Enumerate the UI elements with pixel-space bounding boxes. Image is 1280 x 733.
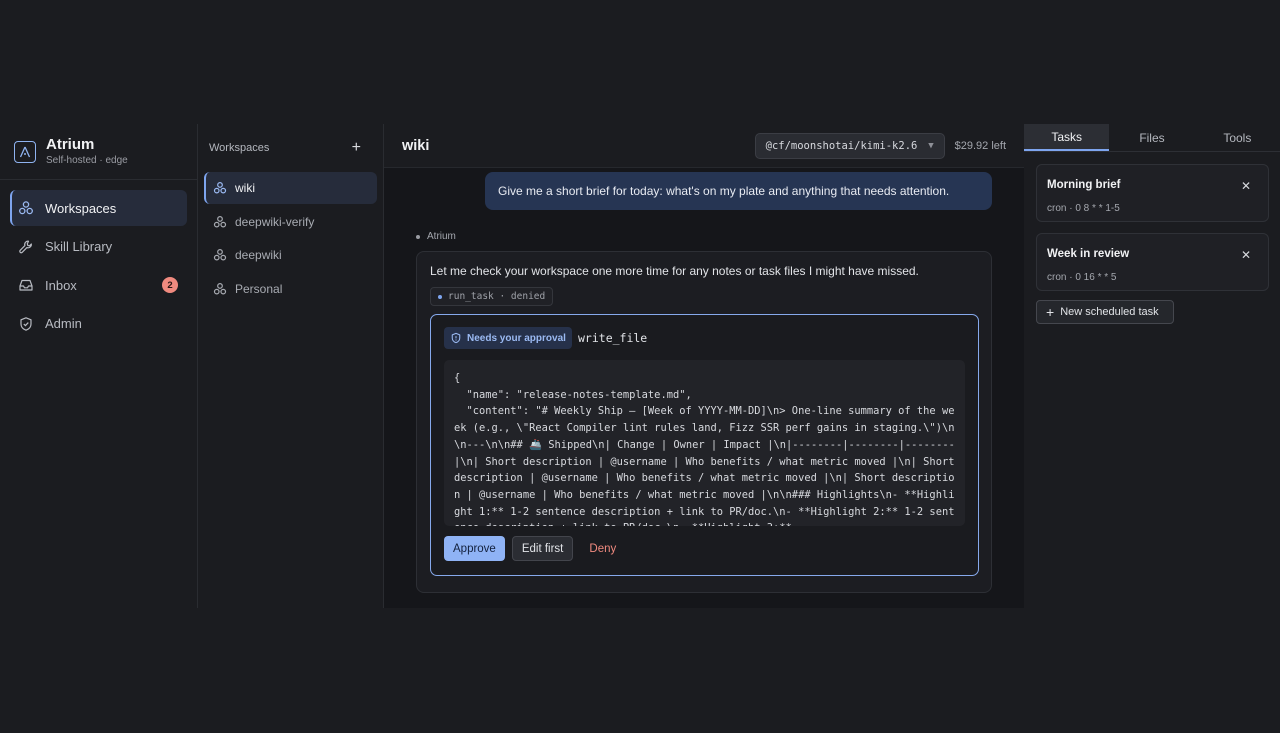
- approval-card: Needs your approval write_file { "name":…: [430, 314, 979, 576]
- right-panel: Tasks Files Tools Morning brief cron · 0…: [1024, 124, 1280, 608]
- add-workspace-button[interactable]: +: [352, 140, 361, 156]
- approval-badge: Needs your approval: [444, 327, 572, 349]
- tool-call-label: run_task · denied: [448, 291, 546, 302]
- primary-nav: Atrium Self-hosted · edge Workspaces Ski…: [0, 124, 198, 608]
- workspace-icon: [213, 215, 227, 228]
- assistant-dot-icon: [416, 234, 420, 239]
- task-cron: cron · 0 8 * * 1-5: [1047, 203, 1120, 214]
- assistant-label: Atrium: [416, 231, 456, 242]
- nav-item-skill-library[interactable]: Skill Library: [10, 229, 187, 265]
- workspace-label: Personal: [235, 281, 283, 296]
- user-message-text: Give me a short brief for today: what's …: [498, 184, 950, 198]
- wrench-icon: [19, 240, 32, 253]
- close-icon[interactable]: ✕: [1241, 179, 1251, 193]
- chat-topbar: wiki @cf/moonshotai/kimi-k2.6 ▼ $29.92 l…: [384, 124, 1024, 168]
- new-scheduled-task-button[interactable]: + New scheduled task: [1036, 300, 1174, 324]
- tab-files[interactable]: Files: [1109, 124, 1194, 151]
- workspace-item-wiki[interactable]: wiki: [204, 172, 377, 204]
- approval-tool-name: write_file: [578, 331, 648, 345]
- assistant-message: Let me check your workspace one more tim…: [416, 251, 992, 593]
- scheduled-task-card[interactable]: Week in review cron · 0 16 * * 5 ✕: [1036, 233, 1269, 291]
- workspace-label: deepwiki: [235, 248, 282, 262]
- assistant-name: Atrium: [427, 231, 456, 242]
- app-window: Atrium Self-hosted · edge Workspaces Ski…: [0, 124, 1280, 608]
- new-task-label: New scheduled task: [1060, 306, 1159, 318]
- tab-tools[interactable]: Tools: [1195, 124, 1280, 151]
- tab-tasks[interactable]: Tasks: [1024, 124, 1110, 151]
- shield-icon: [20, 316, 32, 331]
- credit-remaining: $29.92 left: [954, 139, 1006, 152]
- workspace-item-deepwiki-verify[interactable]: deepwiki-verify: [204, 206, 377, 238]
- assistant-message-text: Let me check your workspace one more tim…: [430, 264, 919, 278]
- deny-button[interactable]: Deny: [580, 536, 625, 561]
- workspace-label: deepwiki-verify: [235, 214, 315, 229]
- tool-arguments-code[interactable]: { "name": "release-notes-template.md", "…: [444, 360, 965, 526]
- approve-button[interactable]: Approve: [444, 536, 505, 561]
- nav-label: Inbox: [45, 277, 77, 293]
- atrium-logo-icon: [14, 140, 36, 163]
- inbox-icon: [19, 279, 33, 291]
- workspaces-heading: Workspaces: [209, 142, 270, 154]
- nav-item-admin[interactable]: Admin: [10, 306, 187, 342]
- plus-icon: +: [1046, 304, 1055, 320]
- brand-subtitle: Self-hosted · edge: [46, 154, 128, 166]
- workspaces-icon: [19, 201, 33, 215]
- workspace-icon: [213, 282, 227, 295]
- workspace-item-deepwiki[interactable]: deepwiki: [204, 239, 377, 271]
- task-title: Week in review: [1047, 248, 1130, 260]
- nav-item-inbox[interactable]: Inbox 2: [10, 267, 187, 303]
- brand: Atrium Self-hosted · edge: [0, 124, 197, 180]
- nav-label: Admin: [45, 316, 82, 331]
- nav-label: Workspaces: [45, 200, 117, 216]
- nav-item-workspaces[interactable]: Workspaces: [10, 190, 187, 226]
- scheduled-task-card[interactable]: Morning brief cron · 0 8 * * 1-5 ✕: [1036, 164, 1269, 222]
- shield-alert-icon: [451, 332, 461, 344]
- approval-actions: Approve Edit first Deny: [444, 536, 632, 561]
- workspace-icon: [213, 249, 227, 261]
- tool-call-chip[interactable]: run_task · denied: [430, 287, 554, 306]
- user-message: Give me a short brief for today: what's …: [485, 172, 992, 210]
- nav-label: Skill Library: [45, 239, 113, 254]
- chevron-down-icon: ▼: [928, 140, 934, 151]
- brand-title: Atrium: [46, 135, 95, 153]
- edit-first-button[interactable]: Edit first: [511, 536, 574, 561]
- task-title: Morning brief: [1047, 179, 1121, 191]
- model-select[interactable]: @cf/moonshotai/kimi-k2.6 ▼: [754, 132, 945, 159]
- inbox-count-badge: 2: [162, 277, 178, 293]
- task-cron: cron · 0 16 * * 5: [1047, 272, 1117, 283]
- model-value: @cf/moonshotai/kimi-k2.6: [765, 139, 918, 152]
- workspace-icon: [213, 182, 227, 194]
- status-dot-icon: [438, 294, 442, 299]
- page-title: wiki: [402, 137, 430, 154]
- close-icon[interactable]: ✕: [1241, 248, 1251, 262]
- right-panel-tabs: Tasks Files Tools: [1024, 124, 1280, 152]
- workspace-item-personal[interactable]: Personal: [204, 273, 377, 305]
- workspace-label: wiki: [235, 181, 255, 195]
- workspaces-panel: Workspaces + wiki deepwiki-verify deepwi…: [198, 124, 384, 608]
- chat-main: wiki @cf/moonshotai/kimi-k2.6 ▼ $29.92 l…: [384, 124, 1024, 608]
- approval-badge-text: Needs your approval: [467, 332, 566, 344]
